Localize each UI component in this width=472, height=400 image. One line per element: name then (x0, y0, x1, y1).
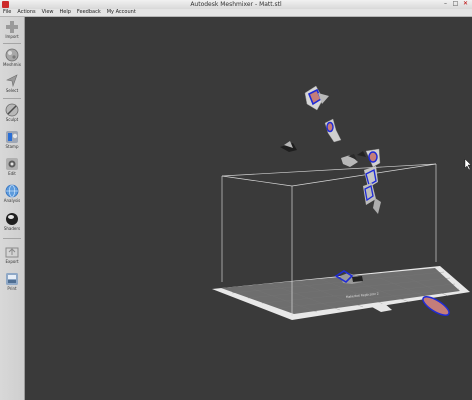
tool-export[interactable]: Export (0, 245, 24, 269)
export-icon (5, 247, 19, 258)
menu-file[interactable]: File (3, 9, 11, 16)
menu-help[interactable]: Help (60, 9, 71, 16)
plus-icon (6, 21, 18, 33)
tool-edit-label: Edit (8, 171, 16, 176)
tool-sidebar: Import Meshmix Select Sculpt Stamp Edit … (0, 17, 25, 400)
tool-analysis[interactable]: Analysis (0, 184, 24, 208)
tool-shaders[interactable]: Shaders (0, 212, 24, 236)
tool-select[interactable]: Select (0, 74, 24, 98)
shader-ball-icon (6, 213, 18, 225)
tool-print[interactable]: Print (0, 272, 24, 296)
scene-svg[interactable]: Makerbot Replicator 2 (25, 17, 472, 400)
tool-analysis-label: Analysis (3, 198, 21, 203)
tool-sculpt[interactable]: Sculpt (0, 103, 24, 127)
tool-meshmix-label: Meshmix (3, 62, 21, 67)
tool-edit[interactable]: Edit (0, 157, 24, 181)
mouse-cursor-icon (464, 158, 472, 171)
stamp-icon (6, 131, 18, 143)
tool-shaders-label: Shaders (3, 226, 21, 231)
tool-sculpt-label: Sculpt (5, 117, 19, 122)
toolbar-divider (3, 238, 21, 239)
menu-feedback[interactable]: Feedback (77, 9, 101, 16)
build-volume-back (221, 163, 437, 282)
menu-bar: File Actions View Help Feedback My Accou… (0, 9, 472, 17)
menu-actions[interactable]: Actions (17, 9, 35, 16)
close-button[interactable]: ✕ (461, 1, 470, 7)
toolbar-divider (3, 98, 21, 99)
toolbar-divider (3, 43, 21, 44)
menu-view[interactable]: View (42, 9, 54, 16)
edit-icon (6, 158, 18, 170)
maximize-button[interactable]: □ (451, 1, 460, 7)
tool-print-label: Print (7, 286, 17, 291)
arrow-cursor-icon (6, 74, 18, 88)
print-icon (6, 273, 18, 285)
window-title: Autodesk Meshmixer - Matt.stl (190, 1, 282, 8)
tool-stamp-label: Stamp (5, 144, 19, 149)
tool-import-label: Import (5, 34, 19, 39)
menu-my-account[interactable]: My Account (107, 9, 136, 16)
tool-meshmix[interactable]: Meshmix (0, 48, 24, 72)
brush-icon (5, 103, 19, 117)
tool-import[interactable]: Import (0, 20, 24, 44)
print-bed (221, 268, 460, 314)
tool-export-label: Export (5, 259, 19, 264)
sphere-icon (5, 48, 19, 62)
minimize-button[interactable]: – (441, 1, 450, 7)
window-controls: – □ ✕ (441, 1, 470, 8)
tool-select-label: Select (5, 88, 19, 93)
3d-viewport[interactable]: Makerbot Replicator 2 (25, 17, 472, 400)
globe-icon (5, 184, 19, 198)
tool-stamp[interactable]: Stamp (0, 130, 24, 154)
